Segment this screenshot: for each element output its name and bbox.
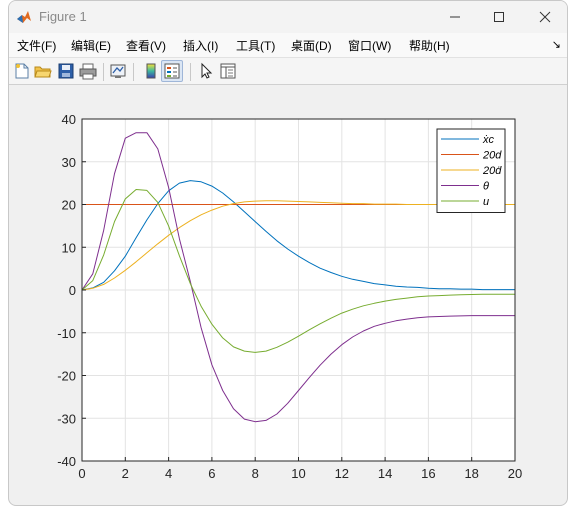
- x-tick-label: 8: [252, 466, 259, 481]
- maximize-icon: [494, 12, 504, 22]
- open-file-icon[interactable]: [34, 62, 52, 80]
- x-tick-label: 18: [464, 466, 478, 481]
- y-tick-label: 30: [62, 155, 76, 170]
- pointer-icon[interactable]: [197, 62, 215, 80]
- link-plot-icon[interactable]: [109, 62, 127, 80]
- y-tick-label: 20: [62, 198, 76, 213]
- y-tick-label: -30: [57, 411, 76, 426]
- x-tick-label: 12: [335, 466, 349, 481]
- menu-insert[interactable]: 插入(I): [183, 37, 218, 54]
- new-figure-icon[interactable]: [13, 62, 31, 80]
- minimize-icon: [450, 16, 460, 18]
- y-tick-label: -20: [57, 369, 76, 384]
- print-icon[interactable]: [79, 62, 97, 80]
- x-tick-label: 20: [508, 466, 522, 481]
- toolbar-separator: [133, 63, 134, 81]
- property-inspector-icon[interactable]: [219, 62, 237, 80]
- matlab-logo-icon: [16, 9, 32, 25]
- x-tick-label: 4: [165, 466, 172, 481]
- figure-canvas: 0 2 4 6 8 10 12 14 16 18 20 -40 -30 -20 -10 0 10 20 30 40 ẋc…: [57, 112, 522, 481]
- menu-tools[interactable]: 工具(T): [236, 37, 275, 54]
- toolbar-separator: [103, 63, 104, 81]
- menu-window[interactable]: 窗口(W): [348, 37, 391, 54]
- colorbar-icon[interactable]: [142, 62, 160, 80]
- legend-label-3: θ: [483, 181, 489, 193]
- toolbar-separator: [190, 63, 191, 81]
- menu-file[interactable]: 文件(F): [17, 37, 56, 54]
- menu-desktop[interactable]: 桌面(D): [291, 37, 332, 54]
- toolbar: [9, 57, 567, 85]
- close-button[interactable]: [525, 4, 565, 30]
- x-tick-label: 6: [208, 466, 215, 481]
- x-tick-label: 2: [122, 466, 129, 481]
- y-tick-label: -10: [57, 326, 76, 341]
- minimize-button[interactable]: [435, 4, 475, 30]
- menu-edit[interactable]: 编辑(E): [71, 37, 111, 54]
- y-tick-label: 0: [69, 283, 76, 298]
- maximize-button[interactable]: [479, 4, 519, 30]
- legend-icon[interactable]: [163, 62, 181, 80]
- menu-help[interactable]: 帮助(H): [409, 37, 450, 54]
- x-tick-label: 16: [421, 466, 435, 481]
- menu-bar: 文件(F) 编辑(E) 查看(V) 插入(I) 工具(T) 桌面(D) 窗口(W…: [9, 33, 567, 57]
- legend-label-1: 20d: [482, 150, 502, 162]
- x-tick-label: 14: [378, 466, 392, 481]
- legend-label-4: u: [483, 196, 489, 208]
- menu-view[interactable]: 查看(V): [126, 37, 166, 54]
- y-tick-label: -40: [57, 454, 76, 469]
- x-tick-label: 10: [291, 466, 305, 481]
- legend-label-2: 20ḋ: [482, 165, 502, 177]
- close-icon: [539, 11, 551, 23]
- save-icon[interactable]: [57, 62, 75, 80]
- title-bar[interactable]: Figure 1: [9, 1, 567, 33]
- y-tick-label: 10: [62, 240, 76, 255]
- legend-label-0: ẋc: [482, 134, 495, 146]
- dock-arrow-icon[interactable]: ↘: [552, 38, 561, 51]
- window-title: Figure 1: [39, 9, 87, 24]
- x-tick-label: 0: [78, 466, 85, 481]
- figure-window: Figure 1 文件(F) 编辑(E) 查看(V) 插入(I) 工具(T) 桌…: [8, 0, 568, 506]
- y-tick-label: 40: [62, 112, 76, 127]
